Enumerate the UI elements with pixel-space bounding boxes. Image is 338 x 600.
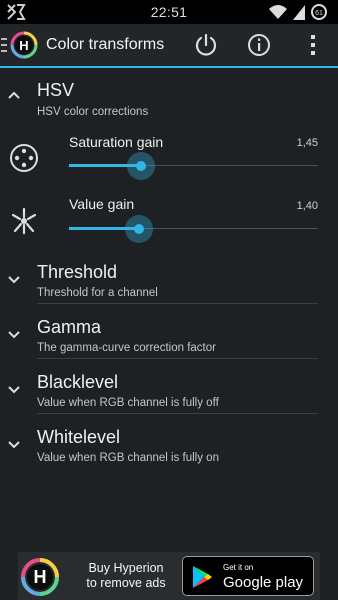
section-subtitle: Threshold for a channel	[37, 287, 158, 299]
app-logo-icon: H	[21, 558, 59, 596]
slider-label: Saturation gain	[69, 134, 164, 150]
section-subtitle: The gamma-curve correction factor	[37, 342, 216, 354]
chevron-up-icon[interactable]	[7, 90, 21, 100]
ad-banner[interactable]: H Buy Hyperion to remove ads Get it on G…	[18, 552, 320, 600]
chevron-down-icon[interactable]	[7, 439, 21, 449]
app-logo-icon[interactable]: H	[1, 31, 39, 59]
wifi-icon	[269, 5, 287, 19]
svg-text:61: 61	[315, 10, 323, 17]
section-title: Whitelevel	[37, 427, 121, 447]
section-subtitle: Value when RGB channel is fully off	[37, 397, 219, 409]
overflow-menu-icon[interactable]	[300, 32, 326, 58]
svg-text:H: H	[19, 38, 28, 53]
section-title: Threshold	[37, 262, 118, 282]
section-blacklevel[interactable]: Blacklevel Value when RGB channel is ful…	[0, 366, 338, 416]
divider	[37, 413, 318, 414]
chevron-down-icon[interactable]	[7, 384, 21, 394]
divider	[37, 303, 318, 304]
google-play-badge[interactable]: Get it on Google play	[182, 556, 314, 596]
ad-text: Buy Hyperion to remove ads	[86, 561, 166, 590]
section-title: Gamma	[37, 317, 102, 337]
saturation-icon	[10, 144, 38, 172]
brightness-icon	[11, 207, 37, 235]
slider-value: 1,40	[296, 200, 318, 212]
slider-label: Value gain	[69, 196, 135, 212]
status-bar: 22:51 61	[0, 0, 338, 24]
slider-value: 1,45	[296, 137, 318, 149]
slider-thumb[interactable]	[133, 224, 144, 234]
battery-icon: 61	[311, 4, 327, 20]
saturation-gain-row: Saturation gain 1,45	[0, 128, 338, 188]
section-title: Blacklevel	[37, 372, 119, 392]
section-threshold[interactable]: Threshold Threshold for a channel	[0, 256, 338, 306]
action-bar: H Color transforms	[0, 24, 338, 68]
section-title: HSV	[37, 80, 75, 100]
svg-text:H: H	[34, 567, 47, 587]
section-subtitle: Value when RGB channel is fully on	[37, 452, 219, 464]
page-title: Color transforms	[46, 36, 165, 53]
signal-icon	[293, 5, 305, 20]
info-icon[interactable]	[246, 32, 272, 58]
power-icon[interactable]	[193, 32, 219, 58]
google-play-icon	[193, 566, 212, 588]
value-gain-row: Value gain 1,40	[0, 192, 338, 252]
chevron-down-icon[interactable]	[7, 329, 21, 339]
section-subtitle: HSV color corrections	[37, 106, 149, 118]
divider	[37, 358, 318, 359]
section-gamma[interactable]: Gamma The gamma-curve correction factor	[0, 311, 338, 361]
section-hsv[interactable]: HSV HSV color corrections	[0, 70, 338, 126]
chevron-down-icon[interactable]	[7, 274, 21, 284]
section-whitelevel[interactable]: Whitelevel Value when RGB channel is ful…	[0, 421, 338, 471]
